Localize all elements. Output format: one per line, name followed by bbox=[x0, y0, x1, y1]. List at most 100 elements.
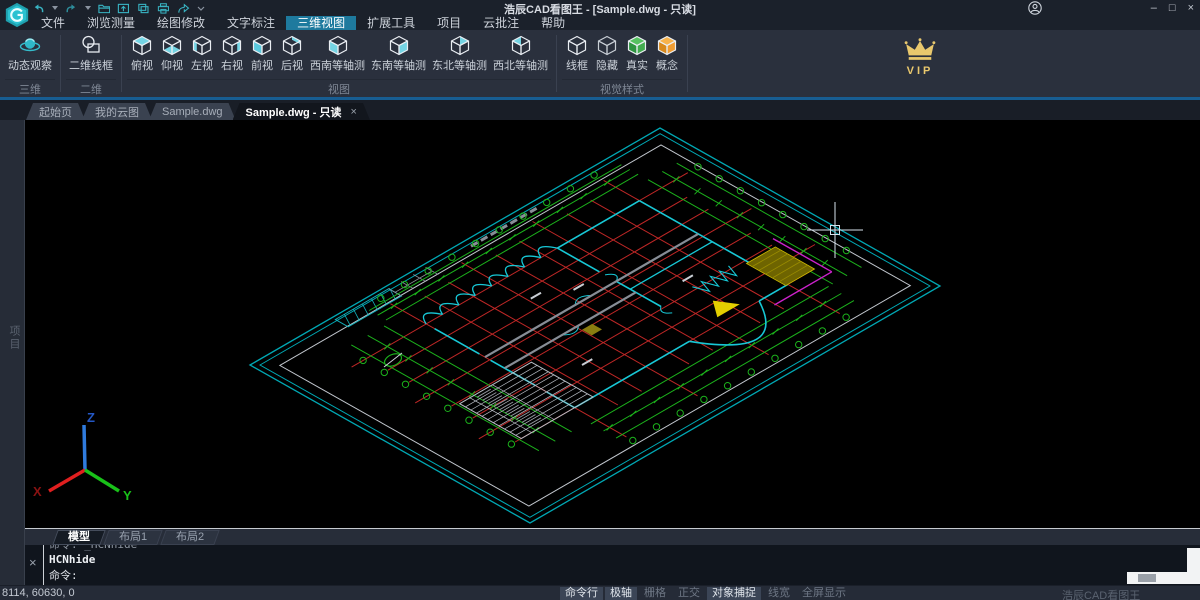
vip-button[interactable]: VIP bbox=[897, 38, 943, 77]
menu-item-项目[interactable]: 项目 bbox=[426, 16, 472, 30]
scrollbar-thumb[interactable] bbox=[1138, 574, 1156, 582]
status-toggle-命令行[interactable]: 命令行 bbox=[560, 587, 603, 600]
command-last-command: HCNhide bbox=[49, 552, 1186, 568]
tool-仰视[interactable]: 仰视 bbox=[157, 32, 187, 74]
ribbon-group-视图: 俯视仰视左视右视前视后视西南等轴测东南等轴测东北等轴测西北等轴测视图 bbox=[122, 30, 556, 97]
tool-前视[interactable]: 前视 bbox=[247, 32, 277, 74]
tool-隐藏[interactable]: 隐藏 bbox=[592, 32, 622, 74]
layout-tab-布局1[interactable]: 布局1 bbox=[103, 530, 163, 545]
close-button[interactable]: × bbox=[1188, 0, 1194, 16]
cube-nw-icon bbox=[509, 33, 533, 57]
tool-概念[interactable]: 概念 bbox=[652, 32, 682, 74]
command-history-line: 命令: _HCNhide bbox=[49, 545, 1186, 552]
quick-access-toolbar bbox=[32, 1, 205, 15]
command-horizontal-scrollbar[interactable] bbox=[1127, 572, 1200, 584]
axis-z-label: Z bbox=[87, 410, 95, 425]
tool-西北等轴测[interactable]: 西北等轴测 bbox=[490, 32, 551, 74]
status-app-name: 浩辰CAD看图王 bbox=[1062, 587, 1140, 600]
tool-二维线框[interactable]: 二维线框 bbox=[66, 32, 116, 74]
project-side-panel[interactable]: 项目 bbox=[0, 120, 25, 585]
axis-x-label: X bbox=[33, 484, 42, 499]
command-prompt[interactable]: 命令: bbox=[49, 568, 1186, 583]
redo-icon[interactable] bbox=[65, 2, 78, 14]
command-close-icon[interactable]: × bbox=[29, 556, 37, 569]
status-toggle-全屏显示[interactable]: 全屏显示 bbox=[797, 587, 851, 600]
tool-label: 东南等轴测 bbox=[371, 57, 426, 73]
doc-tab-起始页[interactable]: 起始页 bbox=[26, 103, 85, 120]
project-panel-label: 项目 bbox=[6, 325, 22, 351]
dropdown-caret[interactable] bbox=[85, 2, 91, 14]
menu-item-浏览测量[interactable]: 浏览测量 bbox=[76, 16, 146, 30]
tool-东南等轴测[interactable]: 东南等轴测 bbox=[368, 32, 429, 74]
tool-后视[interactable]: 后视 bbox=[277, 32, 307, 74]
menu-item-文件[interactable]: 文件 bbox=[30, 16, 76, 30]
menu-item-绘图修改[interactable]: 绘图修改 bbox=[146, 16, 216, 30]
tool-label: 仰视 bbox=[161, 57, 183, 73]
tool-label: 俯视 bbox=[131, 57, 153, 73]
tool-俯视[interactable]: 俯视 bbox=[127, 32, 157, 74]
menu-item-云批注[interactable]: 云批注 bbox=[472, 16, 530, 30]
crown-icon bbox=[901, 38, 939, 64]
layout-tab-布局2[interactable]: 布局2 bbox=[160, 530, 220, 545]
undo-icon[interactable] bbox=[32, 2, 45, 14]
print-icon[interactable] bbox=[157, 2, 170, 14]
status-toggle-线宽[interactable]: 线宽 bbox=[763, 587, 795, 600]
tool-label: 二维线框 bbox=[69, 57, 113, 73]
tool-动态观察[interactable]: 动态观察 bbox=[5, 32, 55, 74]
minimize-button[interactable]: – bbox=[1151, 0, 1157, 16]
doc-tab-我的云图[interactable]: 我的云图 bbox=[82, 103, 152, 120]
share-icon[interactable] bbox=[177, 2, 190, 14]
app-logo-icon bbox=[4, 2, 30, 28]
cube-back-icon bbox=[280, 33, 304, 57]
menu-item-文字标注[interactable]: 文字标注 bbox=[216, 16, 286, 30]
menu-bar: 文件浏览测量绘图修改文字标注三维视图扩展工具项目云批注帮助 bbox=[0, 16, 1200, 30]
status-toggle-极轴[interactable]: 极轴 bbox=[605, 587, 637, 600]
status-toggle-对象捕捉[interactable]: 对象捕捉 bbox=[707, 587, 761, 600]
tool-label: 西南等轴测 bbox=[310, 57, 365, 73]
tool-东北等轴测[interactable]: 东北等轴测 bbox=[429, 32, 490, 74]
cube-se-icon bbox=[387, 33, 411, 57]
menu-item-帮助[interactable]: 帮助 bbox=[530, 16, 576, 30]
tool-label: 后视 bbox=[281, 57, 303, 73]
layout-tab-bar: 模型布局1布局2 bbox=[25, 528, 1200, 545]
tool-西南等轴测[interactable]: 西南等轴测 bbox=[307, 32, 368, 74]
drawing-canvas[interactable]: ZXY bbox=[25, 120, 1200, 528]
maximize-button[interactable]: □ bbox=[1169, 0, 1176, 16]
cube-sw-icon bbox=[326, 33, 350, 57]
copy-icon[interactable] bbox=[137, 2, 150, 14]
orbit-icon bbox=[18, 33, 42, 57]
app-window: 浩辰CAD看图王 - [Sample.dwg - 只读] – □ × 文件浏览测… bbox=[0, 0, 1200, 600]
doc-tab-Sample.dwg - 只读[interactable]: Sample.dwg - 只读× bbox=[233, 103, 370, 120]
tab-close-icon[interactable]: × bbox=[351, 106, 357, 118]
dimension-lines bbox=[351, 163, 861, 451]
doc-tab-Sample.dwg[interactable]: Sample.dwg bbox=[149, 103, 236, 120]
tool-线框[interactable]: 线框 bbox=[562, 32, 592, 74]
cube-conceptual-icon bbox=[655, 33, 679, 57]
open-file-icon[interactable] bbox=[98, 2, 111, 14]
ucs-axis-indicator: ZXY bbox=[33, 410, 132, 503]
tool-左视[interactable]: 左视 bbox=[187, 32, 217, 74]
toolbar-collapse-caret[interactable] bbox=[197, 2, 205, 14]
group-label: 三维 bbox=[5, 79, 55, 97]
menu-item-扩展工具[interactable]: 扩展工具 bbox=[356, 16, 426, 30]
import-file-icon[interactable] bbox=[117, 2, 130, 14]
wireframe-2d-icon bbox=[79, 33, 103, 57]
account-icon[interactable] bbox=[1028, 1, 1042, 20]
command-window[interactable]: 命令: _HCNhide HCNhide 命令: bbox=[43, 545, 1186, 585]
status-toggle-栅格[interactable]: 栅格 bbox=[639, 587, 671, 600]
tool-label: 右视 bbox=[221, 57, 243, 73]
cube-left-icon bbox=[190, 33, 214, 57]
tool-label: 东北等轴测 bbox=[432, 57, 487, 73]
command-vertical-scrollbar[interactable] bbox=[1187, 548, 1200, 573]
menu-item-三维视图[interactable]: 三维视图 bbox=[286, 16, 356, 30]
dropdown-caret[interactable] bbox=[52, 2, 58, 14]
crosshair-cursor bbox=[807, 202, 863, 258]
cursor-coordinates: 8114, 60630, 0 bbox=[2, 587, 75, 599]
tool-真实[interactable]: 真实 bbox=[622, 32, 652, 74]
status-toggle-正交[interactable]: 正交 bbox=[673, 587, 705, 600]
tool-label: 前视 bbox=[251, 57, 273, 73]
tool-右视[interactable]: 右视 bbox=[217, 32, 247, 74]
layout-tab-模型[interactable]: 模型 bbox=[52, 530, 105, 545]
tool-label: 真实 bbox=[626, 57, 648, 73]
group-label: 视觉样式 bbox=[562, 79, 682, 97]
